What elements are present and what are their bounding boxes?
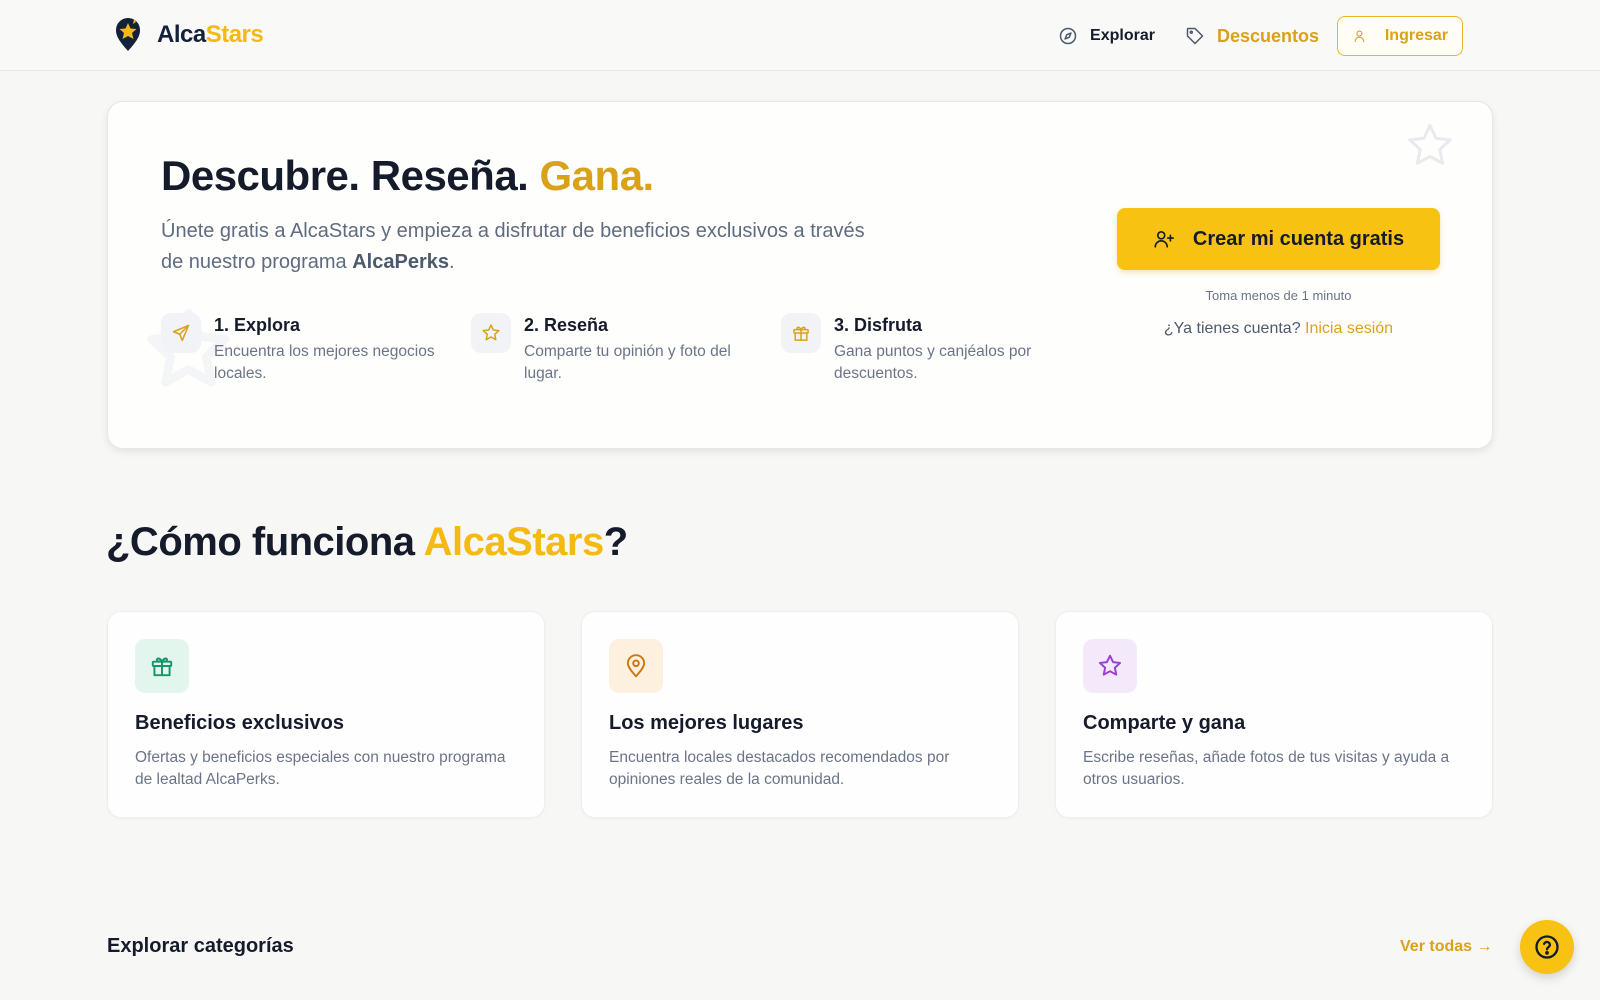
brand-name-part2: Stars [205,21,264,48]
step-title: 2. Reseña [524,315,609,335]
create-account-label: Crear mi cuenta gratis [1192,227,1405,250]
how-title-pre: ¿Cómo funciona [106,520,424,564]
steps-list: 1. Explora Encuentra los mejores negocio… [147,308,1091,387]
main-nav: Explorar Descuentos Ingresar [1058,16,1463,56]
map-pin-icon [626,654,646,678]
cta-time-note: Toma menos de 1 minuto [1205,288,1352,303]
feature-title: Comparte y gana [1083,712,1246,734]
step-explore-icon-box [161,313,201,353]
how-it-works-title: ¿Cómo funciona AlcaStars? [106,520,628,565]
step-enjoy-text: 3. Disfruta Gana puntos y canjéalos por … [834,313,1074,385]
hero-title: Descubre. Reseña. Gana. [161,152,654,200]
nav-discounts[interactable]: Descuentos [1185,26,1319,47]
feature-desc: Escribe reseñas, añade fotos de tus visi… [1083,749,1450,788]
step-title: 1. Explora [214,315,301,335]
feature-card-benefits: Beneficios exclusivos Ofertas y benefici… [107,611,545,818]
logo-icon [116,18,140,51]
step-enjoy: 3. Disfruta Gana puntos y canjéalos por … [781,313,1091,385]
feature-icon-box [135,639,189,693]
feature-title: Beneficios exclusivos [135,712,344,734]
create-account-button[interactable]: Crear mi cuenta gratis [1117,208,1440,270]
feature-card-places: Los mejores lugares Encuentra locales de… [581,611,1019,818]
star-icon [1098,654,1122,676]
step-desc: Gana puntos y canjéalos por descuentos. [834,343,1032,382]
hero-subtitle: Únete gratis a AlcaStars y empieza a dis… [161,216,881,278]
login-button-label: Ingresar [1384,27,1448,44]
help-icon [1535,935,1559,959]
step-review: 2. Reseña Comparte tu opinión y foto del… [471,313,781,385]
hero-subtitle-text: Únete gratis a AlcaStars y empieza a dis… [161,220,865,273]
gift-icon [151,657,173,677]
how-title-post: ? [603,520,628,564]
brand-name-part1: Alca [157,21,206,48]
have-account-text: ¿Ya tienes cuenta? Inicia sesión [1117,320,1440,338]
step-review-icon-box [471,313,511,353]
alcaperks-highlight: AlcaPerks [352,251,449,273]
feature-icon-box [609,639,663,693]
features-cards: Beneficios exclusivos Ofertas y benefici… [107,611,1493,818]
sign-in-link[interactable]: Inicia sesión [1305,320,1393,337]
brand-logo[interactable]: AlcaStars [113,17,264,53]
step-enjoy-icon-box [781,313,821,353]
feature-card-share: Comparte y gana Escribe reseñas, añade f… [1055,611,1493,818]
how-title-accent: AlcaStars [423,520,605,564]
star-icon [482,324,500,341]
hero-title-accent: Gana. [539,152,655,199]
send-icon [172,324,190,342]
compass-icon [1059,27,1077,45]
gift-icon [793,326,809,341]
step-desc: Comparte tu opinión y foto del lugar. [524,343,731,382]
step-explore-text: 1. Explora Encuentra los mejores negocio… [214,313,454,385]
brand-name: AlcaStars [157,21,264,49]
hero-title-main: Descubre. Reseña. [161,152,540,199]
feature-desc: Encuentra locales destacados recomendado… [609,749,950,788]
step-desc: Encuentra los mejores negocios locales. [214,343,435,382]
step-review-text: 2. Reseña Comparte tu opinión y foto del… [524,313,764,385]
nav-discounts-label: Descuentos [1216,25,1319,46]
feature-icon-box [1083,639,1137,693]
login-button[interactable]: Ingresar [1337,16,1463,56]
step-explore: 1. Explora Encuentra los mejores negocio… [147,308,471,387]
categories-title: Explorar categorías [107,935,294,957]
user-icon [1354,30,1365,43]
help-button[interactable] [1520,920,1574,974]
have-account-question: ¿Ya tienes cuenta? [1163,320,1306,337]
nav-explore-label: Explorar [1090,27,1155,44]
tag-icon [1186,27,1204,45]
feature-desc: Ofertas y beneficios especiales con nues… [135,749,506,788]
hero-card: Descubre. Reseña. Gana. Únete gratis a A… [107,101,1493,449]
user-plus-icon [1154,231,1174,248]
step-title: 3. Disfruta [834,315,923,335]
nav-explore[interactable]: Explorar [1058,26,1155,46]
feature-title: Los mejores lugares [609,712,804,734]
top-header: AlcaStars Explorar Descuentos Ingresar [0,0,1600,71]
hero-subtitle-end: . [448,251,455,273]
decorative-star-icon [1408,123,1452,165]
see-all-link[interactable]: Ver todas → [1400,938,1492,956]
